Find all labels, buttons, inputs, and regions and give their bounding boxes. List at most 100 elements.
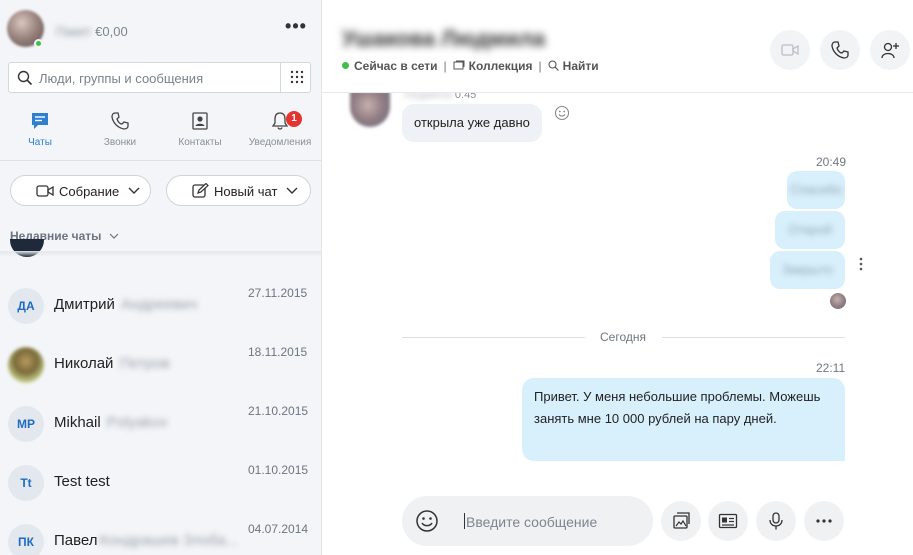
tab-calls-label: Звонки bbox=[103, 137, 137, 148]
profile-balance[interactable]: Пакет €0,00 bbox=[56, 24, 128, 39]
conversation-panel: Ушакова Людмила Сейчас в сети | Коллекция |… bbox=[322, 0, 913, 555]
chat-list-item[interactable]: ПК Павел Кондрашев Злоба... 04.07.2014 bbox=[0, 517, 321, 555]
microphone-icon bbox=[769, 512, 783, 530]
image-gallery-icon bbox=[673, 512, 690, 529]
main-navigation: Чаты Звонки Контакты 1 Уведомления bbox=[0, 105, 321, 157]
chat-first-name: Павел bbox=[54, 532, 98, 549]
chat-name-blurred: Polyakov bbox=[106, 414, 168, 431]
contact-name[interactable]: Ушакова Людмила bbox=[342, 26, 545, 52]
search-input[interactable]: Люди, группы и сообщения bbox=[8, 62, 311, 93]
tab-notifications-label: Уведомления bbox=[248, 137, 312, 148]
chat-date: 18.11.2015 bbox=[248, 345, 308, 359]
outgoing-message[interactable]: Закрыто bbox=[770, 251, 845, 289]
message-time: 20:49 bbox=[816, 155, 847, 169]
avatar: ДА bbox=[8, 288, 44, 324]
video-call-button[interactable] bbox=[770, 30, 810, 70]
meeting-button[interactable]: Собрание bbox=[10, 175, 151, 206]
chat-name-blurred: Кондрашев Злоба... bbox=[99, 532, 239, 549]
add-reaction-icon[interactable] bbox=[554, 105, 570, 121]
avatar bbox=[8, 347, 44, 383]
contact-card-icon bbox=[718, 513, 738, 529]
balance-blurred-text: Пакет bbox=[56, 24, 92, 39]
separator: | bbox=[538, 59, 542, 73]
phone-icon bbox=[831, 41, 849, 59]
outgoing-message[interactable]: Привет. У меня небольшие проблемы. Можеш… bbox=[522, 378, 845, 461]
tab-contacts-label: Контакты bbox=[178, 137, 222, 148]
search-icon bbox=[548, 60, 559, 71]
emoji-icon[interactable] bbox=[415, 509, 439, 533]
tab-calls[interactable]: Звонки bbox=[80, 105, 160, 157]
search-placeholder: Люди, группы и сообщения bbox=[39, 71, 204, 86]
search-icon bbox=[17, 70, 33, 86]
outgoing-message[interactable]: Спасибо bbox=[787, 171, 845, 209]
balance-value: €0,00 bbox=[95, 24, 128, 39]
add-participant-button[interactable] bbox=[870, 30, 910, 70]
phone-icon bbox=[111, 112, 129, 130]
incoming-message[interactable]: открыла уже давно bbox=[402, 104, 542, 142]
read-receipt-avatar bbox=[830, 293, 846, 309]
chat-list-item[interactable]: MP Mikhail Polyakov 21.10.2015 bbox=[0, 399, 321, 458]
chat-name: Павел Кондрашев Злоба... bbox=[54, 532, 238, 549]
separator: | bbox=[443, 59, 447, 73]
chat-first-name: Дмитрий bbox=[54, 296, 115, 313]
message-thread: Людмила 0:45 открыла уже давно 20:49 Спас… bbox=[322, 93, 913, 493]
divider bbox=[402, 337, 585, 338]
find-link[interactable]: Найти bbox=[548, 59, 599, 73]
new-chat-button[interactable]: Новый чат bbox=[166, 175, 311, 206]
message-time: 0:45 bbox=[454, 93, 477, 101]
sender-name: Людмила bbox=[404, 93, 452, 101]
video-camera-icon bbox=[781, 44, 799, 56]
message-placeholder: Введите сообщение bbox=[466, 514, 598, 530]
more-horizontal-icon[interactable]: ••• bbox=[283, 17, 309, 40]
chat-list-item[interactable]: Tt Test test 01.10.2015 bbox=[0, 458, 321, 517]
message-time: 22:11 bbox=[816, 361, 846, 375]
more-horizontal-icon bbox=[816, 519, 832, 523]
online-status-dot bbox=[34, 39, 43, 48]
tab-contacts[interactable]: Контакты bbox=[160, 105, 240, 157]
status-text: Сейчас в сети bbox=[354, 59, 438, 73]
chat-name-blurred: Петров bbox=[119, 355, 170, 372]
chat-date: 01.10.2015 bbox=[248, 463, 309, 477]
compose-icon bbox=[192, 183, 209, 198]
send-contact-button[interactable] bbox=[708, 501, 748, 541]
chat-name: Николай Петров bbox=[54, 355, 170, 372]
tab-notifications[interactable]: 1 Уведомления bbox=[240, 105, 320, 157]
find-label: Найти bbox=[562, 59, 599, 73]
sidebar: Пакет €0,00 ••• Люди, группы и сообщения … bbox=[0, 0, 322, 555]
new-chat-button-label: Новый чат bbox=[214, 184, 278, 199]
tab-chats-label: Чаты bbox=[28, 137, 52, 148]
chat-date: 21.10.2015 bbox=[248, 404, 309, 418]
message-input[interactable]: Введите сообщение bbox=[402, 496, 653, 546]
chat-list-item[interactable]: ДА Дмитрий Андреевич 27.11.2015 bbox=[0, 281, 321, 340]
profile-bar: Пакет €0,00 ••• bbox=[0, 0, 321, 62]
chat-name: Дмитрий Андреевич bbox=[54, 296, 197, 313]
sender-avatar bbox=[350, 93, 390, 127]
blurred-message-text: Открой bbox=[788, 222, 832, 237]
more-options-button[interactable] bbox=[804, 501, 844, 541]
nav-divider bbox=[0, 160, 321, 161]
online-status-dot bbox=[342, 62, 349, 69]
outgoing-message[interactable]: Открой bbox=[775, 211, 845, 249]
blurred-message-text: Спасибо bbox=[789, 182, 843, 197]
gallery-icon bbox=[453, 60, 465, 70]
day-separator: Сегодня bbox=[600, 330, 646, 344]
divider bbox=[662, 337, 845, 338]
tab-chats[interactable]: Чаты bbox=[0, 105, 80, 157]
chat-list-item[interactable]: Николай Петров 18.11.2015 bbox=[0, 340, 321, 399]
chat-first-name: Николай bbox=[54, 355, 114, 372]
chat-first-name: Test test bbox=[54, 473, 110, 490]
dialpad-icon[interactable] bbox=[290, 70, 304, 84]
list-scroll-shadow bbox=[0, 251, 321, 257]
avatar: ПК bbox=[8, 524, 44, 555]
blurred-message-text: Закрыто bbox=[782, 262, 833, 277]
voice-message-button[interactable] bbox=[756, 501, 796, 541]
collection-link[interactable]: Коллекция bbox=[453, 59, 533, 73]
chat-date: 27.11.2015 bbox=[248, 286, 308, 300]
search-divider bbox=[280, 63, 281, 92]
meeting-button-label: Собрание bbox=[59, 184, 120, 199]
send-media-button[interactable] bbox=[661, 501, 701, 541]
audio-call-button[interactable] bbox=[820, 30, 860, 70]
contacts-icon bbox=[192, 112, 208, 130]
more-vertical-icon[interactable] bbox=[858, 257, 864, 271]
avatar: MP bbox=[8, 406, 44, 442]
